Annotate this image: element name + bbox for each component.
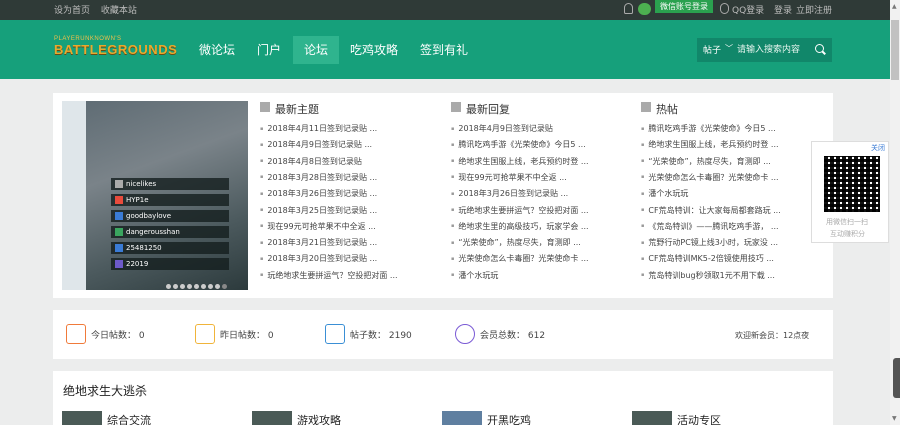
side-toolbar-tab[interactable]: [893, 358, 900, 398]
wechat-login-button[interactable]: 微信账号登录: [655, 0, 713, 13]
slider-dot[interactable]: [180, 284, 185, 289]
column-header: 最新主题: [260, 101, 319, 117]
list-item[interactable]: 玩绝地求生要拼运气？空投把对面 ...: [451, 205, 621, 216]
qr-code-image: [824, 156, 880, 212]
list-item[interactable]: 潘个水玩玩: [641, 188, 811, 199]
list-item[interactable]: 2018年4月9日签到记录贴: [451, 123, 621, 134]
list-item[interactable]: CF荒岛特训：让大家每局都套路玩 ...: [641, 205, 811, 216]
qr-caption: 互动赚积分: [830, 230, 865, 238]
list-item[interactable]: 2018年3月26日签到记录贴 ...: [451, 188, 621, 199]
list-item[interactable]: 绝地求生国服上线，老兵预约时登 ...: [641, 139, 811, 150]
bell-icon[interactable]: [624, 3, 633, 14]
qq-login-link[interactable]: QQ登录: [732, 3, 764, 16]
search-scope-select[interactable]: 帖子: [703, 43, 721, 56]
list-item[interactable]: 光荣使命怎么卡毒圈？光荣使命卡 ...: [451, 253, 621, 264]
list-item[interactable]: 2018年3月25日签到记录贴 ...: [260, 205, 430, 216]
list-item[interactable]: 2018年4月9日签到记录贴 ...: [260, 139, 430, 150]
qr-caption: 用微信扫一扫: [826, 218, 868, 226]
player-row: dangerousshan: [111, 226, 229, 238]
player-row: 22019: [111, 258, 229, 270]
slider-dot[interactable]: [215, 284, 220, 289]
forum-thumbnail[interactable]: [252, 411, 292, 425]
forum-thumbnail[interactable]: [62, 411, 102, 425]
list-item[interactable]: 2018年4月11日签到记录贴 ...: [260, 123, 430, 134]
document-icon: [260, 102, 270, 112]
calendar-icon: [66, 324, 86, 344]
list-item[interactable]: 腾讯吃鸡手游《光荣使命》今日5 ...: [641, 123, 811, 134]
reply-icon: [451, 102, 461, 112]
slide-edge: [62, 101, 86, 290]
set-home-link[interactable]: 设为首页: [54, 6, 90, 16]
latest-panel: nicelikes HYP1e goodbaylove dangeroussha…: [53, 93, 833, 298]
calendar-icon: [195, 324, 215, 344]
player-row: goodbaylove: [111, 210, 229, 222]
scroll-down-arrow-icon[interactable]: ▼: [892, 415, 897, 422]
player-row: HYP1e: [111, 194, 229, 206]
stats-bar: 今日帖数： 0 昨日帖数： 0 帖子数： 2190 会员总数： 612 欢迎新会…: [53, 310, 833, 359]
list-item[interactable]: 现在99元可抢苹果不中全返 ...: [451, 172, 621, 183]
main-header: PLAYERUNKNOWN'S BATTLEGROUNDS 微论坛 门户 论坛 …: [0, 20, 900, 79]
qr-close-button[interactable]: 关闭: [871, 143, 885, 153]
search-box: 帖子 ﹀: [697, 38, 832, 62]
top-bar: 设为首页 收藏本站 微信账号登录 QQ登录 登录 立即注册: [0, 0, 900, 20]
list-item[interactable]: 玩绝地求生要拼运气？空投把对面 ...: [260, 270, 430, 281]
document-icon: [325, 324, 345, 344]
image-slider[interactable]: nicelikes HYP1e goodbaylove dangeroussha…: [62, 101, 248, 290]
list-item[interactable]: 腾讯吃鸡手游《光荣使命》今日5 ...: [451, 139, 621, 150]
nav-checkin[interactable]: 签到有礼: [414, 36, 474, 64]
qq-icon: [720, 3, 729, 14]
list-item[interactable]: 潘个水玩玩: [451, 270, 621, 281]
slider-dot[interactable]: [187, 284, 192, 289]
qr-float: 关闭 用微信扫一扫 互动赚积分: [811, 141, 889, 243]
list-item[interactable]: 2018年4月8日签到记录贴: [260, 156, 430, 167]
list-item[interactable]: 荒野行动PC镜上线3小时，玩家没 ...: [641, 237, 811, 248]
wechat-icon: [638, 3, 651, 15]
forum-thumbnail[interactable]: [632, 411, 672, 425]
hot-icon: [641, 102, 651, 112]
slider-dot[interactable]: [194, 284, 199, 289]
list-item[interactable]: 2018年3月28日签到记录贴 ...: [260, 172, 430, 183]
search-input[interactable]: [737, 41, 811, 59]
bookmark-link[interactable]: 收藏本站: [101, 6, 137, 16]
column-header: 热帖: [641, 101, 678, 117]
forum-thumbnail[interactable]: [442, 411, 482, 425]
list-item[interactable]: CF荒岛特训MK5-2倍镜使用技巧 ...: [641, 253, 811, 264]
forum-section: 绝地求生大逃杀 综合交流 游戏攻略 开黑吃鸡 活动专区: [53, 371, 833, 425]
scrollbar-thumb[interactable]: [891, 20, 899, 80]
list-item[interactable]: 2018年3月21日签到记录贴 ...: [260, 237, 430, 248]
nav-strategy[interactable]: 吃鸡攻略: [344, 36, 404, 64]
logo-line-2: BATTLEGROUNDS: [54, 42, 178, 57]
nav-forum[interactable]: 论坛: [293, 36, 339, 64]
welcome-new-member: 欢迎新会员：12点夜: [735, 331, 810, 340]
chevron-down-icon[interactable]: ﹀: [725, 43, 733, 54]
scroll-up-arrow-icon[interactable]: ▲: [892, 3, 897, 10]
list-item[interactable]: 2018年3月20日签到记录贴 ...: [260, 253, 430, 264]
search-icon[interactable]: [815, 44, 824, 53]
members-icon: [455, 324, 475, 344]
list-item[interactable]: “光荣使命”，热度尽失，育测即 ...: [641, 156, 811, 167]
nav-weiluntan[interactable]: 微论坛: [192, 36, 242, 64]
top-links: 设为首页 收藏本站: [54, 3, 145, 16]
nav-portal[interactable]: 门户: [247, 36, 291, 64]
list-item[interactable]: “光荣使命”，热度尽失，育测即 ...: [451, 237, 621, 248]
list-item[interactable]: 现在99元可抢苹果不中全返 ...: [260, 221, 430, 232]
site-logo[interactable]: PLAYERUNKNOWN'S BATTLEGROUNDS: [54, 36, 178, 66]
slider-dot[interactable]: [208, 284, 213, 289]
list-item[interactable]: 光荣使命怎么卡毒圈？光荣使命卡 ...: [641, 172, 811, 183]
slider-dot[interactable]: [201, 284, 206, 289]
player-row: 25481250: [111, 242, 229, 254]
login-link[interactable]: 登录: [774, 3, 792, 16]
slider-dot[interactable]: [222, 284, 227, 289]
column-header: 最新回复: [451, 101, 510, 117]
section-title: 绝地求生大逃杀: [63, 384, 148, 398]
register-link[interactable]: 立即注册: [796, 3, 832, 16]
list-item[interactable]: 《荒岛特训》——腾讯吃鸡手游， ...: [641, 221, 811, 232]
list-item[interactable]: 2018年3月26日签到记录贴 ...: [260, 188, 430, 199]
player-row: nicelikes: [111, 178, 229, 190]
list-item[interactable]: 荒岛特训bug秒领取1元不用下载 ...: [641, 270, 811, 281]
slider-dot[interactable]: [173, 284, 178, 289]
list-item[interactable]: 绝地求生国服上线，老兵预约时登 ...: [451, 156, 621, 167]
list-item[interactable]: 绝地求生里的高级技巧，玩家学会 ...: [451, 221, 621, 232]
slider-dot[interactable]: [166, 284, 171, 289]
